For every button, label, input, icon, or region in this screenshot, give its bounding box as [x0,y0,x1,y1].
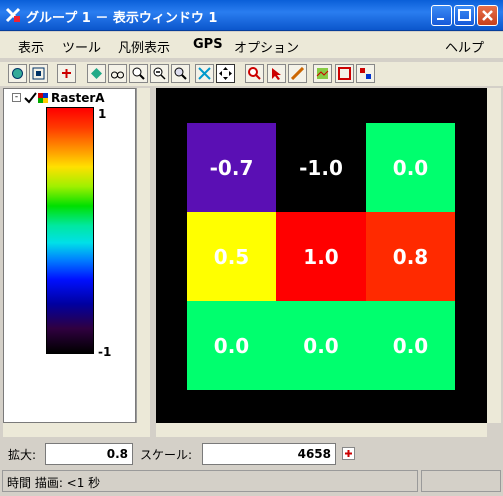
frame-icon [32,67,45,80]
raster-cell: 0.0 [366,123,455,212]
raster-cell: 0.5 [187,212,276,301]
binoculars-icon [111,71,124,79]
zoom-in-button[interactable] [129,64,148,83]
zoom-label: 拡大: [8,448,37,462]
zoom-box-button[interactable] [171,64,190,83]
zoom-red-button[interactable] [245,64,264,83]
window-title: グループ 1 － 表示ウィンドウ 1 [26,11,218,26]
color-ramp [46,107,94,354]
add-layer-icon [62,69,71,78]
pan-button[interactable] [216,64,235,83]
frame-button[interactable] [29,64,48,83]
zoom-out-icon [153,67,166,80]
measure-button[interactable] [288,64,307,83]
collapse-toggle[interactable]: - [12,93,21,102]
zoom-box-icon [174,67,187,80]
pan-icon [219,67,232,80]
app-icon [5,7,21,23]
binoculars-button[interactable] [108,64,127,83]
full-extent-icon [198,67,211,80]
measure-icon [291,67,304,80]
minimize-button[interactable] [431,5,452,26]
visibility-checkbox[interactable] [24,92,37,104]
raster-cell: 0.0 [366,301,455,390]
status-pane-extra [421,470,501,492]
status-bar: 時間 描画: <1 秒 [0,470,503,494]
legend-vertical-scrollbar[interactable] [136,88,150,423]
full-extent-button[interactable] [195,64,214,83]
status-pane: 時間 描画: <1 秒 [2,470,418,492]
scale-label: スケール: [140,448,193,462]
zoom-red-icon [248,67,261,80]
legend-min-label: -1 [98,345,112,359]
zoom-scale-bar: 拡大: 0.8 スケール: 4658 [0,441,503,467]
raster-cell: -1.0 [276,123,366,212]
raster-cell: 1.0 [276,212,366,301]
menu-legend[interactable]: 凡例表示 [118,37,170,56]
menu-view[interactable]: 表示 [18,37,44,56]
legend-max-label: 1 [98,107,107,121]
grid-button[interactable] [356,64,375,83]
pointer-button[interactable] [267,64,286,83]
select-box-icon [338,67,351,80]
menu-bar: 表示 ツール 凡例表示 GPS オプション ヘルプ [0,32,503,58]
toolbar [0,62,503,86]
map-icon [316,68,329,79]
raster-cell: 0.0 [276,301,366,390]
layer-name[interactable]: RasterA [51,91,105,105]
raster-cell: 0.0 [187,301,276,390]
grid-icon [360,68,371,79]
map-horizontal-scrollbar[interactable] [156,423,487,437]
maximize-button[interactable] [454,5,475,26]
layer-icon [91,68,102,79]
raster-grid: -0.7 -1.0 0.0 0.5 1.0 0.8 0.0 0.0 0.0 [187,123,455,390]
legend-panel: - RasterA 1 -1 [3,88,136,423]
refresh-icon [12,68,23,79]
raster-cell: -0.7 [187,123,276,212]
zoom-value: 0.8 [45,443,133,465]
menu-options[interactable]: オプション [234,37,299,56]
raster-layer-icon [38,93,48,103]
pointer-icon [272,68,281,80]
menu-help[interactable]: ヘルプ [445,37,484,56]
select-box-button[interactable] [335,64,354,83]
status-text: 時間 描画: <1 秒 [7,476,101,490]
zoom-out-button[interactable] [150,64,169,83]
close-icon [482,10,493,21]
refresh-button[interactable] [8,64,27,83]
zoom-in-icon [132,67,145,80]
menu-tools[interactable]: ツール [62,37,101,56]
map-canvas[interactable]: -0.7 -1.0 0.0 0.5 1.0 0.8 0.0 0.0 0.0 [156,88,487,423]
add-layer-button[interactable] [57,64,76,83]
layer-button[interactable] [87,64,106,83]
title-bar: グループ 1 － 表示ウィンドウ 1 [0,0,503,31]
scale-input[interactable]: 4658 [202,443,336,465]
menu-gps[interactable]: GPS [193,37,223,52]
close-button[interactable] [477,5,498,26]
map-button[interactable] [313,64,332,83]
map-vertical-scrollbar[interactable] [487,88,501,423]
minimize-icon [437,18,444,20]
scale-picker-icon[interactable] [342,447,355,460]
legend-horizontal-scrollbar[interactable] [3,423,150,437]
raster-cell: 0.8 [366,212,455,301]
maximize-icon [458,9,471,21]
